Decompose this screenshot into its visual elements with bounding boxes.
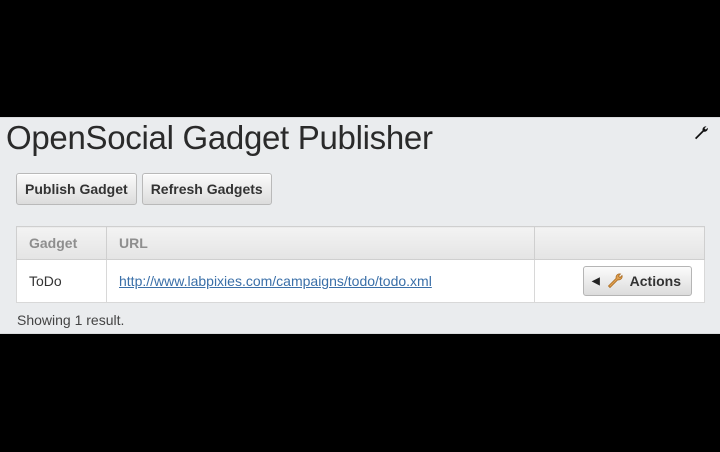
actions-button[interactable]: ◀ Actions: [582, 266, 692, 296]
toolbar: Publish Gadget Refresh Gadgets: [16, 173, 272, 205]
result-count: Showing 1 result.: [17, 312, 125, 328]
page-title: OpenSocial Gadget Publisher: [6, 119, 433, 156]
gadget-url-cell: http://www.labpixies.com/campaigns/todo/…: [106, 259, 535, 303]
column-header-gadget[interactable]: Gadget: [16, 226, 107, 260]
triangle-left-icon: ◀: [591, 275, 600, 287]
wrench-icon: [607, 273, 623, 289]
gadget-name-cell: ToDo: [16, 259, 107, 303]
gadget-table: Gadget URL ToDo http://www.labpixies.com…: [16, 226, 705, 303]
wrench-icon[interactable]: [693, 125, 709, 141]
portlet-panel: OpenSocial Gadget Publisher Publish Gadg…: [0, 117, 720, 334]
publish-gadget-button[interactable]: Publish Gadget: [16, 173, 137, 205]
table-header-row: Gadget URL: [16, 226, 705, 260]
actions-label: Actions: [629, 273, 681, 289]
column-header-url[interactable]: URL: [106, 226, 535, 260]
table-row: ToDo http://www.labpixies.com/campaigns/…: [16, 259, 705, 303]
actions-cell: ◀ Actions: [534, 259, 705, 303]
refresh-gadgets-button[interactable]: Refresh Gadgets: [141, 173, 272, 205]
gadget-url-link[interactable]: http://www.labpixies.com/campaigns/todo/…: [119, 273, 432, 289]
column-header-actions: [534, 226, 705, 260]
